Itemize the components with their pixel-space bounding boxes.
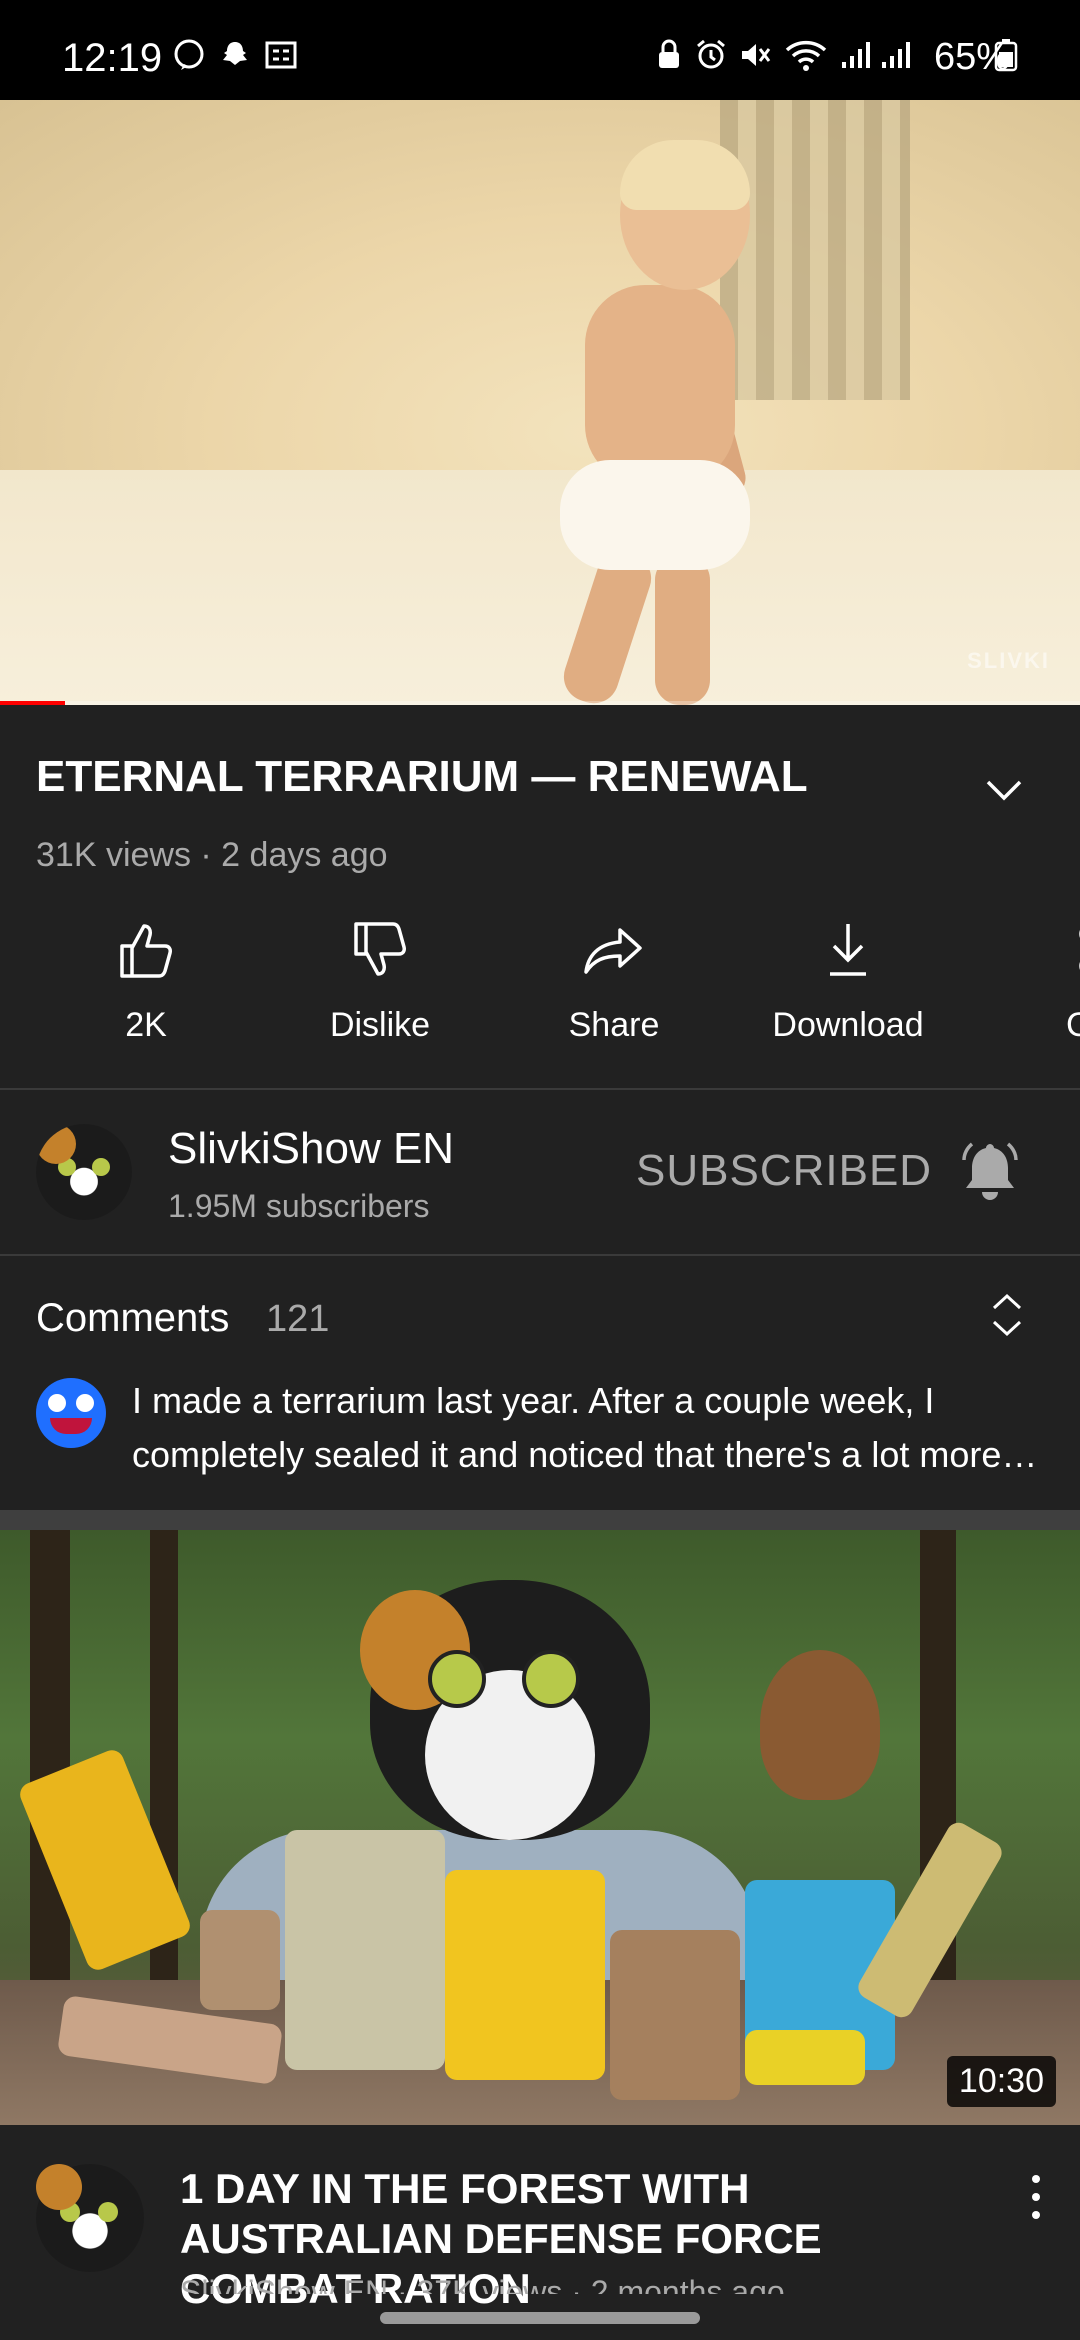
signal-icon [842,42,870,68]
video-watermark: SLIVKI [967,648,1050,673]
clip-label: Cl [1065,1006,1080,1044]
avatar-eye-right [92,1158,110,1176]
share-icon [584,928,642,974]
nv-avatar-eye-2 [98,2202,118,2222]
like-count: 2K [125,1006,167,1044]
divider-2 [0,1254,1080,1256]
thumbs-down-icon [354,922,406,976]
commenter-avatar-eye-2 [76,1394,94,1412]
nv-avatar-patch [36,2164,82,2210]
thumb-package-3 [610,1930,740,2100]
thumb-package-2 [285,1830,445,2070]
home-gesture-bar[interactable] [380,2312,700,2324]
wifi-icon [785,40,827,71]
video-frame-floor [0,470,1080,705]
video-meta: 31K views · 2 days ago [36,836,388,874]
mute-icon [742,44,771,66]
channel-name[interactable]: SlivkiShow EN [168,1124,454,1174]
channel-subscribers: 1.95M subscribers [168,1188,430,1224]
thumb-package [200,1910,280,2010]
channel-avatar[interactable] [36,1124,132,1220]
clip-icon [1079,930,1080,970]
video-title[interactable]: ETERNAL TERRARIUM — RENEWAL [36,752,976,802]
next-video-thumbnail[interactable] [0,1530,1080,2125]
video-duration-badge: 10:30 [946,2056,1056,2107]
subscribed-button[interactable]: SUBSCRIBED [636,1146,932,1196]
video-progress-fill [0,701,65,705]
signal-icon-2 [882,42,910,68]
thumb-mms-pack [445,1870,605,2080]
section-gap [0,1510,1080,1530]
clip-button[interactable]: Cl [982,918,1080,1058]
viber-icon [174,39,204,70]
status-time: 12:19 [62,36,163,80]
chevron-down-icon[interactable] [984,770,1024,810]
share-button[interactable]: Share [514,918,714,1058]
comments-label[interactable]: Comments [36,1296,229,1341]
divider [0,1088,1080,1090]
commenter-avatar[interactable] [36,1378,106,1448]
share-label: Share [568,1006,660,1044]
next-video-meta: SlivkiShow EN · 37K views · 2 months ago [180,2274,785,2294]
bell-icon[interactable] [958,1138,1022,1202]
thumb-cat-eye-2 [522,1650,580,1708]
avatar-patch [36,1124,76,1164]
video-frame-window [720,100,910,400]
commenter-avatar-mouth [50,1418,92,1434]
status-bar: 12:19 65% [0,0,1080,100]
video-player[interactable]: SLIVKI [0,100,1080,705]
thumb-squirrel [760,1650,880,1800]
thumb-cat-eye [428,1650,486,1708]
snapchat-icon [223,42,247,65]
keyboard-icon [265,41,297,69]
dislike-button[interactable]: Dislike [280,918,480,1058]
dislike-label: Dislike [329,1006,431,1044]
next-video-channel-avatar[interactable] [36,2164,144,2272]
alarm-icon [697,39,725,69]
thumbs-up-icon [120,924,172,978]
comments-count: 121 [266,1298,330,1340]
thumb-tree [30,1530,70,1990]
thumb-bar [745,2030,865,2085]
like-button[interactable]: 2K [46,918,246,1058]
download-icon [830,924,866,976]
top-comment-text[interactable]: I made a terrarium last year. After a co… [132,1374,1042,1482]
more-vert-icon[interactable] [1026,2172,1046,2222]
download-label: Download [772,1006,924,1044]
video-frame-body [585,285,735,485]
battery-icon [994,39,1018,72]
lock-icon [659,39,679,68]
video-frame-leg-2 [655,555,710,705]
video-frame-diaper [560,460,750,570]
download-button[interactable]: Download [748,918,948,1058]
expand-comments-icon[interactable] [990,1292,1024,1338]
commenter-avatar-eye [48,1394,66,1412]
video-progress-bar[interactable] [0,701,1080,705]
